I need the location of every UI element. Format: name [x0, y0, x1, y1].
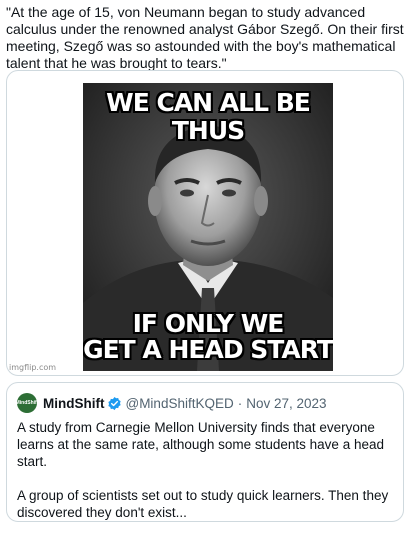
- avatar[interactable]: MindShift: [17, 393, 37, 413]
- imgflip-watermark: imgflip.com: [9, 363, 57, 372]
- tweet-text: "At the age of 15, von Neumann began to …: [6, 4, 404, 71]
- meme-top-caption: WE CAN ALL BE THUS: [106, 88, 311, 145]
- meme-image[interactable]: WE CAN ALL BE THUS IF ONLY WE GET A HEAD…: [83, 83, 333, 371]
- verified-badge-icon: [107, 396, 122, 411]
- post-date[interactable]: Nov 27, 2023: [246, 396, 326, 411]
- quoted-tweet-header: MindShift MindShift @MindShiftKQED · Nov…: [17, 393, 327, 413]
- meme-bottom-caption-line2: GET A HEAD START: [83, 335, 333, 364]
- quoted-paragraph-1: A study from Carnegie Mellon University …: [17, 420, 384, 469]
- quoted-tweet-card[interactable]: MindShift MindShift @MindShiftKQED · Nov…: [6, 382, 404, 522]
- quoted-paragraph-2: A group of scientists set out to study q…: [17, 488, 389, 520]
- author-name[interactable]: MindShift: [43, 396, 104, 411]
- meme-bottom-caption-line1: IF ONLY WE: [132, 309, 285, 338]
- author-handle[interactable]: @MindShiftKQED: [125, 396, 233, 411]
- quoted-tweet-body: A study from Carnegie Mellon University …: [17, 419, 397, 538]
- separator-dot: ·: [237, 395, 243, 411]
- media-card[interactable]: WE CAN ALL BE THUS IF ONLY WE GET A HEAD…: [6, 70, 404, 376]
